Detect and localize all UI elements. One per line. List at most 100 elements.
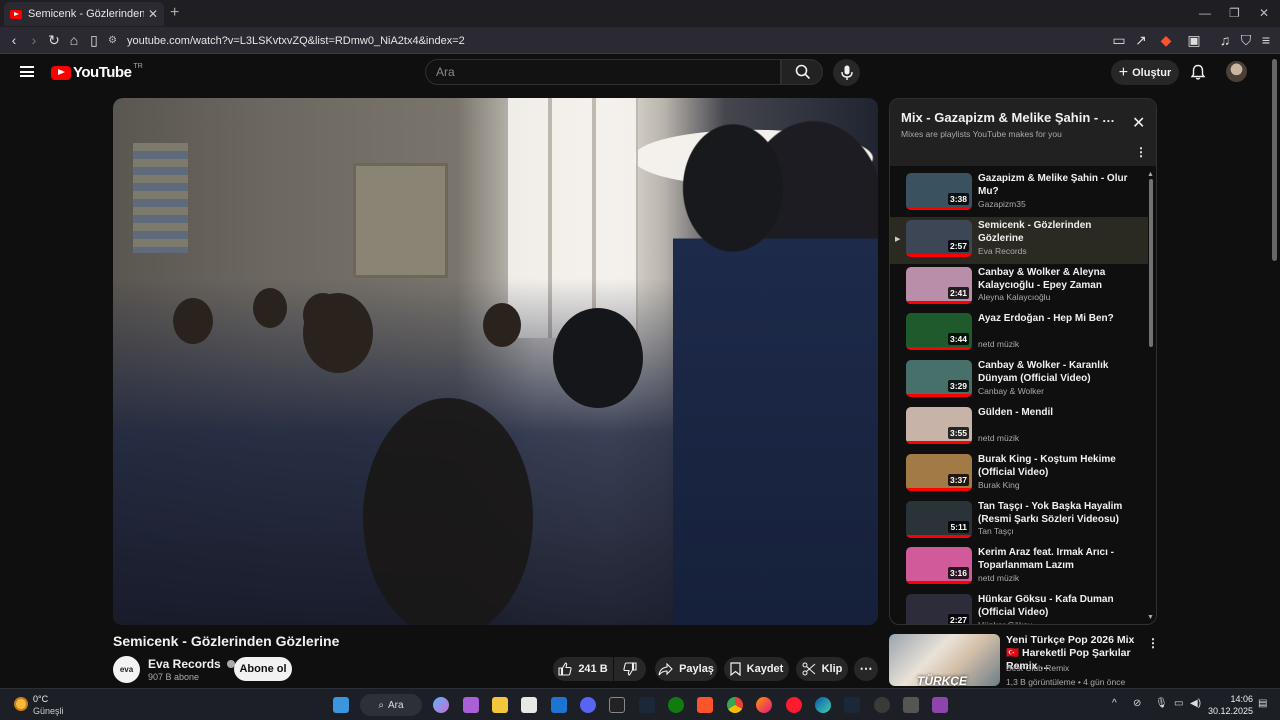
notifications-bell-icon[interactable] bbox=[1190, 64, 1206, 81]
start-menu-icon[interactable] bbox=[333, 697, 349, 713]
save-button[interactable]: Kaydet bbox=[724, 657, 789, 681]
notification-center-icon[interactable]: ▤ bbox=[1258, 698, 1267, 709]
xbox-icon[interactable] bbox=[668, 697, 684, 713]
minimize-icon[interactable]: — bbox=[1199, 6, 1211, 20]
opera-icon[interactable] bbox=[786, 697, 802, 713]
steam-icon-2[interactable] bbox=[844, 697, 860, 713]
tray-chevron-icon[interactable]: ^ bbox=[1112, 698, 1117, 709]
playlist-item-thumbnail[interactable]: 3:55 bbox=[906, 406, 972, 444]
playlist-item[interactable]: 3:55 Gülden - Mendil netd müzik bbox=[890, 404, 1148, 451]
playlist-item-thumbnail[interactable]: 5:11 bbox=[906, 500, 972, 538]
playlist-item-title[interactable]: Semicenk - Gözlerinden Gözlerine bbox=[978, 219, 1128, 245]
reload-icon[interactable]: ↻ bbox=[46, 32, 62, 49]
playlist-item[interactable]: 3:16 Kerim Araz feat. Irmak Arıcı - Topar… bbox=[890, 544, 1148, 591]
channel-avatar[interactable]: eva bbox=[113, 656, 140, 683]
playlist-item-title[interactable]: Canbay & Wolker - Karanlık Dünyam (Offic… bbox=[978, 359, 1128, 385]
site-info-icon[interactable]: ⚙ bbox=[108, 35, 117, 46]
video-player[interactable] bbox=[113, 98, 878, 625]
playlist-item[interactable]: ▶ 2:57 Semicenk - Gözlerinden Gözlerine Eva… bbox=[890, 216, 1148, 264]
menu-icon[interactable]: ≡ bbox=[1258, 32, 1274, 48]
maximize-icon[interactable]: ❐ bbox=[1229, 6, 1240, 20]
playlist-item-thumbnail[interactable]: 2:57 bbox=[906, 219, 972, 257]
browser-tab[interactable]: Semicenk - Gözlerinden Gözlerine ✕ bbox=[4, 2, 164, 26]
playlist-item-thumbnail[interactable]: 3:37 bbox=[906, 453, 972, 491]
taskbar-search[interactable]: ⌕ Ara bbox=[360, 694, 422, 716]
playlist-scrollbar[interactable] bbox=[1149, 179, 1153, 347]
music-icon[interactable]: ♫ bbox=[1217, 32, 1233, 48]
playlist-item-thumbnail[interactable]: 3:44 bbox=[906, 313, 972, 351]
playlist-item[interactable]: 2:27 Hünkar Göksu - Kafa Duman (Official … bbox=[890, 591, 1148, 624]
recommended-channel[interactable]: Best Club Remix bbox=[1006, 663, 1069, 673]
clock-date[interactable]: 30.12.2025 bbox=[1198, 706, 1253, 716]
vpn-shield-icon[interactable]: ⛉ bbox=[1238, 32, 1254, 49]
cast-icon[interactable]: ▭ bbox=[1111, 32, 1127, 49]
clock-time[interactable]: 14:06 bbox=[1213, 694, 1253, 704]
guide-menu-icon[interactable] bbox=[20, 66, 34, 77]
playlist-close-icon[interactable]: ✕ bbox=[1132, 113, 1145, 133]
file-explorer-icon[interactable] bbox=[492, 697, 508, 713]
search-input[interactable]: Ara bbox=[425, 59, 781, 85]
create-button[interactable]: + Oluştur bbox=[1111, 60, 1179, 85]
home-icon[interactable]: ⌂ bbox=[66, 32, 82, 48]
playlist-item-title[interactable]: Gülden - Mendil bbox=[978, 406, 1128, 419]
search-button[interactable] bbox=[781, 59, 823, 85]
steam-icon[interactable] bbox=[639, 697, 655, 713]
edge-icon[interactable] bbox=[815, 697, 831, 713]
playlist-item[interactable]: 3:44 Ayaz Erdoğan - Hep Mi Ben? netd müzik bbox=[890, 310, 1148, 357]
playlist-item-title[interactable]: Ayaz Erdoğan - Hep Mi Ben? bbox=[978, 312, 1128, 325]
playlist-item-title[interactable]: Tan Taşçı - Yok Başka Hayalim (Resmi Şar… bbox=[978, 500, 1128, 526]
share-page-icon[interactable]: ↗ bbox=[1133, 32, 1149, 49]
playlist-item-title[interactable]: Burak King - Koştum Hekime (Official Vid… bbox=[978, 453, 1128, 479]
subscribe-button[interactable]: Abone ol bbox=[234, 657, 292, 681]
app-icon-2[interactable] bbox=[903, 697, 919, 713]
brave-shield-icon[interactable]: ◆ bbox=[1158, 32, 1174, 49]
playlist-item-title[interactable]: Hünkar Göksu - Kafa Duman (Official Vide… bbox=[978, 593, 1128, 619]
youtube-logo[interactable]: YouTube TR bbox=[51, 63, 143, 81]
playlist-item-title[interactable]: Canbay & Wolker & Aleyna Kalaycıoğlu - E… bbox=[978, 266, 1128, 293]
discord-icon[interactable] bbox=[580, 697, 596, 713]
more-actions-button[interactable]: ⋯ bbox=[854, 657, 878, 681]
app-icon[interactable] bbox=[463, 697, 479, 713]
playlist-item-title[interactable]: Kerim Araz feat. Irmak Arıcı - Toparlanm… bbox=[978, 546, 1128, 572]
playlist-item-title[interactable]: Gazapizm & Melike Şahin - Olur Mu? bbox=[978, 172, 1128, 198]
playlist-item[interactable]: 5:11 Tan Taşçı - Yok Başka Hayalim (Resmi… bbox=[890, 498, 1148, 545]
page-scrollbar[interactable] bbox=[1269, 55, 1280, 688]
tray-app-icon[interactable]: ⊘ bbox=[1133, 698, 1141, 709]
like-button[interactable]: 241 B bbox=[553, 657, 613, 681]
brave-icon[interactable] bbox=[697, 697, 713, 713]
obs-icon[interactable] bbox=[874, 697, 890, 713]
tab-close-icon[interactable]: ✕ bbox=[148, 7, 158, 21]
recommended-thumbnail[interactable]: TÜRKÇE bbox=[889, 634, 1000, 686]
network-icon[interactable]: ▭ bbox=[1174, 698, 1183, 709]
new-tab-button[interactable]: + bbox=[170, 4, 179, 22]
voice-search-button[interactable] bbox=[833, 59, 860, 86]
playlist-item[interactable]: 3:38 Gazapizm & Melike Şahin - Olur Mu? Ga… bbox=[890, 170, 1148, 217]
playlist-title[interactable]: Mix - Gazapizm & Melike Şahin - Olur Mu? bbox=[901, 110, 1121, 125]
playlist-item-thumbnail[interactable]: 2:41 bbox=[906, 266, 972, 304]
weather-sun-icon[interactable] bbox=[14, 697, 28, 711]
account-avatar[interactable] bbox=[1226, 61, 1247, 82]
recommended-more-icon[interactable]: ⋮ bbox=[1147, 636, 1159, 650]
page-scrollbar-thumb[interactable] bbox=[1272, 59, 1277, 261]
address-bar[interactable]: ⚙ youtube.com/watch?v=L3LSKvtxvZQ&list=R… bbox=[108, 30, 1108, 51]
scroll-up-icon[interactable]: ▲ bbox=[1147, 171, 1154, 178]
firefox-icon[interactable] bbox=[756, 697, 772, 713]
share-button[interactable]: Paylaş bbox=[655, 657, 717, 681]
bookmark-icon[interactable]: ▯ bbox=[86, 32, 102, 49]
clip-button[interactable]: Klip bbox=[796, 657, 848, 681]
dislike-button[interactable] bbox=[614, 657, 646, 681]
channel-name[interactable]: Eva Records bbox=[148, 657, 236, 671]
playlist-item[interactable]: 3:29 Canbay & Wolker - Karanlık Dünyam (O… bbox=[890, 357, 1148, 404]
scroll-down-icon[interactable]: ▼ bbox=[1147, 614, 1154, 621]
chrome-icon[interactable] bbox=[727, 697, 743, 713]
sidebar-icon[interactable]: ▣ bbox=[1186, 32, 1202, 49]
outlook-icon[interactable] bbox=[551, 697, 567, 713]
back-icon[interactable]: ‹ bbox=[6, 32, 22, 48]
playlist-item-thumbnail[interactable]: 3:16 bbox=[906, 547, 972, 585]
playlist-item-thumbnail[interactable]: 3:29 bbox=[906, 360, 972, 398]
epic-games-icon[interactable] bbox=[609, 697, 625, 713]
store-icon[interactable] bbox=[521, 697, 537, 713]
forward-icon[interactable]: › bbox=[26, 32, 42, 48]
playlist-item-thumbnail[interactable]: 2:27 bbox=[906, 594, 972, 624]
window-close-icon[interactable]: ✕ bbox=[1259, 6, 1269, 20]
